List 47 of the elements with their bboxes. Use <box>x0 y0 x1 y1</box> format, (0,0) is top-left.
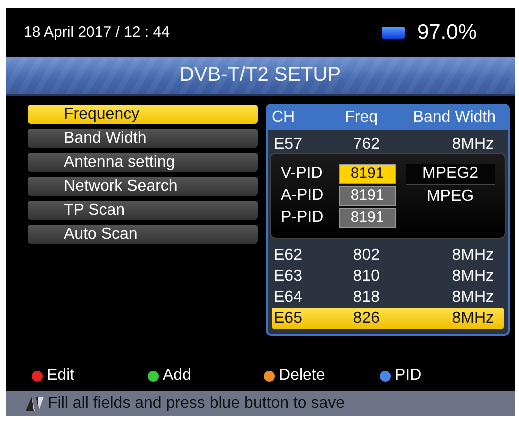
up-down-arrows-icon <box>26 396 44 410</box>
table-cell-text: E65 <box>274 310 304 328</box>
key-label: Delete <box>279 367 326 385</box>
table-cell-text: 818 <box>352 288 380 306</box>
table-row[interactable]: E62 802 8MHz <box>272 245 504 266</box>
menu-item[interactable]: TP Scan <box>28 201 258 220</box>
menu-item[interactable]: Frequency <box>28 105 258 124</box>
pid-field[interactable]: 8191 <box>339 208 396 228</box>
table-cell-text: 8MHz <box>451 310 495 328</box>
menu-item[interactable]: Auto Scan <box>28 225 258 244</box>
table-cell-text: 810 <box>352 268 380 286</box>
field-label: A-PID <box>281 187 325 205</box>
table-cell-text: 802 <box>352 246 380 264</box>
battery-icon <box>382 26 406 38</box>
table-cell-text: E57 <box>274 136 304 154</box>
field-label: P-PID <box>281 209 325 227</box>
table-cell-text: 8MHz <box>451 136 495 154</box>
table-cell-text: E62 <box>274 246 304 264</box>
table-cell-text: E64 <box>274 288 304 306</box>
table-row[interactable]: E64 818 8MHz <box>272 287 504 308</box>
pid-field[interactable]: 8191 <box>339 164 396 184</box>
date-time: 18 April 2017 / 12 : 44 <box>24 24 170 41</box>
table-row[interactable]: E65 826 8MHz <box>272 308 504 329</box>
table-row[interactable]: E63 810 8MHz <box>272 266 504 287</box>
battery-level: 97.0% <box>417 20 477 44</box>
column-header: CH <box>272 109 296 127</box>
table-cell-text: E63 <box>274 268 304 286</box>
key-label: PID <box>395 367 422 385</box>
key-label: Add <box>163 367 192 385</box>
menu-item[interactable]: Antenna setting <box>28 153 258 172</box>
table-cell-text: 8MHz <box>451 268 495 286</box>
column-header: Band Width <box>412 109 497 127</box>
table-cell-text: 762 <box>352 136 380 154</box>
table-row[interactable]: E57 762 8MHz <box>272 134 504 155</box>
column-header: Freq <box>344 109 378 127</box>
codec-option[interactable]: MPEG2 <box>406 164 495 185</box>
screen-title: DVB-T/T2 SETUP <box>180 64 342 87</box>
pid-field[interactable]: 8191 <box>339 186 396 206</box>
table-cell-text: 8MHz <box>451 288 495 306</box>
table-cell-text: 826 <box>352 310 380 328</box>
menu-item[interactable]: Band Width <box>28 129 258 148</box>
status-hint: Fill all fields and press blue button to save <box>48 394 346 412</box>
menu-item[interactable]: Network Search <box>28 177 258 196</box>
table-cell-text: 8MHz <box>451 246 495 264</box>
field-label: V-PID <box>281 165 324 183</box>
key-label: Edit <box>47 367 75 385</box>
codec-option[interactable]: MPEG <box>406 187 495 207</box>
